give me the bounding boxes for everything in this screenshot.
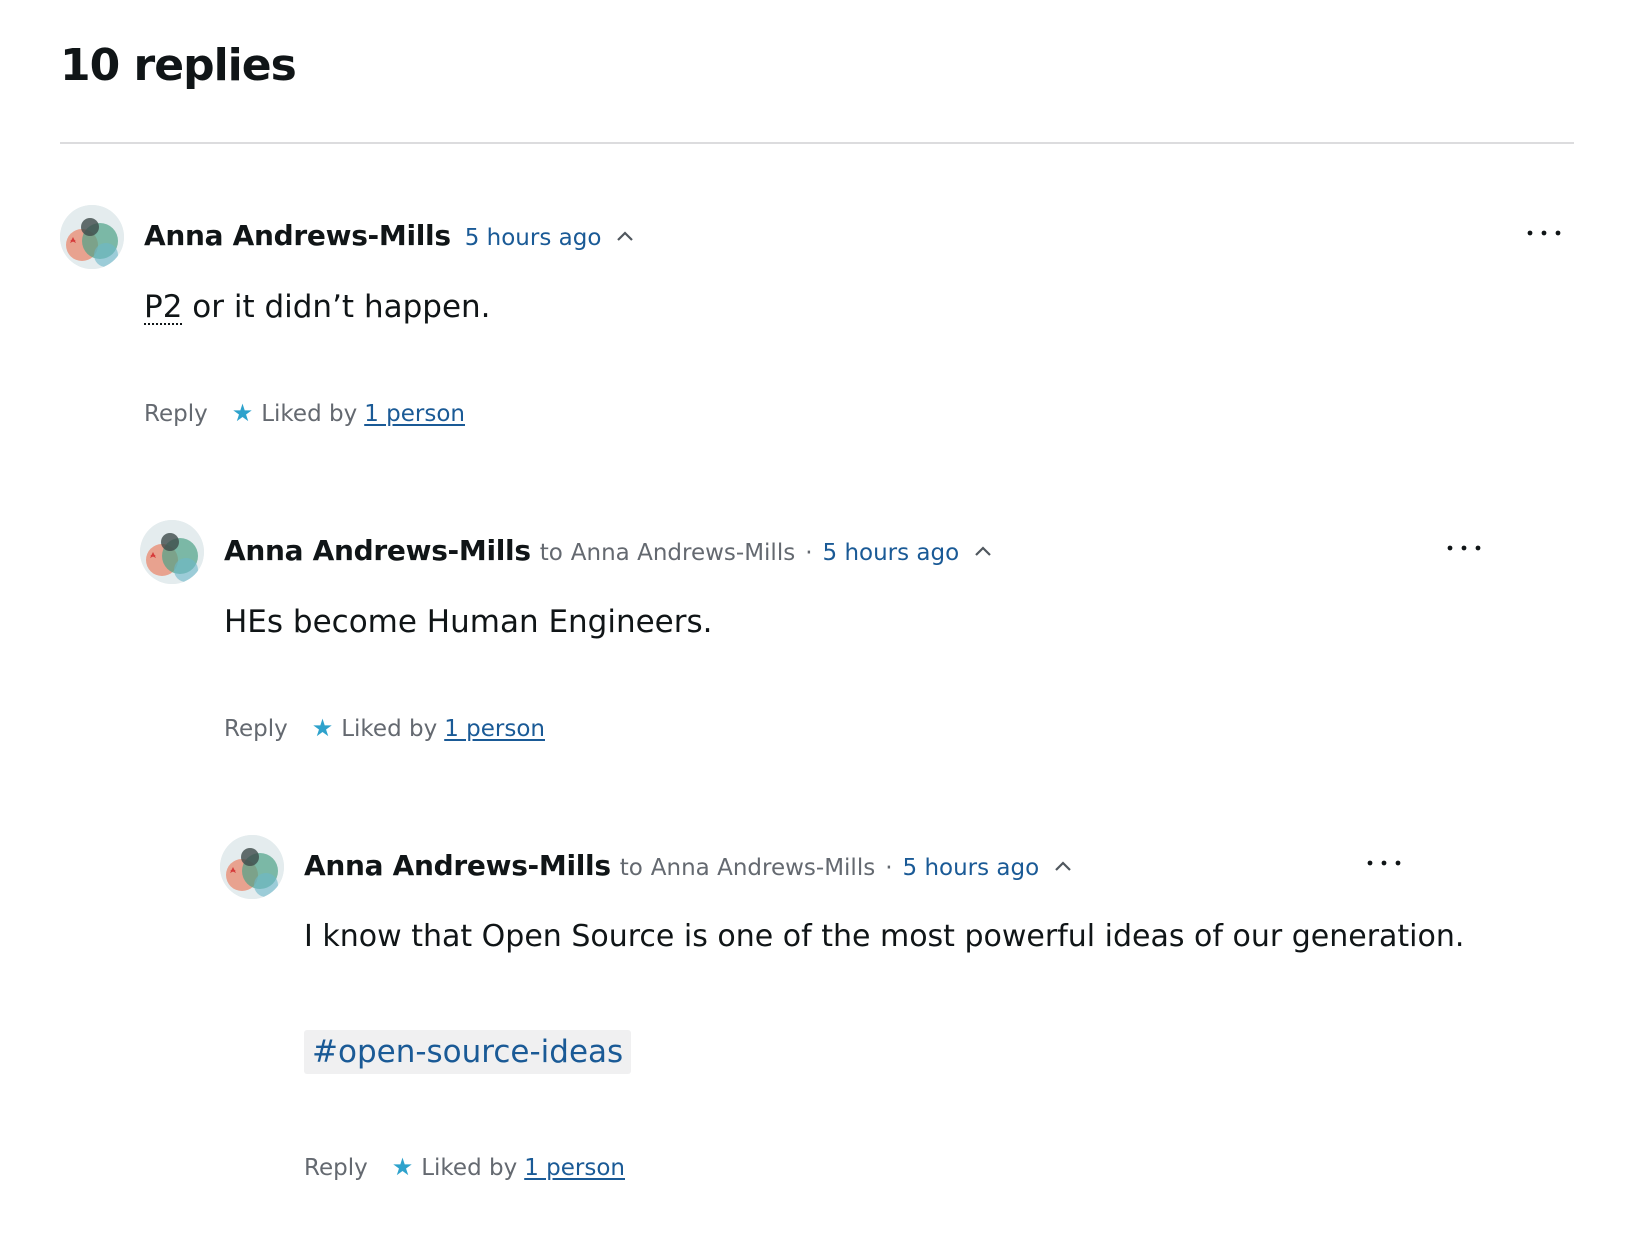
chevron-up-icon[interactable] xyxy=(1053,858,1073,872)
ellipsis-icon[interactable] xyxy=(1366,853,1402,873)
comment-time-link[interactable]: 5 hours ago xyxy=(903,855,1040,881)
reply-to-prefix: to xyxy=(619,855,643,881)
reply-to-name: Anna Andrews-Mills xyxy=(650,855,876,881)
hashtag-link[interactable]: #open-source-ideas xyxy=(304,1030,632,1074)
comment-meta: Anna Andrews-Mills to Anna Andrews-Mills… xyxy=(224,534,993,567)
reply-button[interactable]: Reply xyxy=(304,1155,368,1181)
comment-time-link[interactable]: 5 hours ago xyxy=(465,225,602,251)
comment-actions: Reply ★ Liked by 1 person xyxy=(224,714,545,742)
reply-button[interactable]: Reply xyxy=(224,716,288,742)
reply-to-name: Anna Andrews-Mills xyxy=(570,540,796,566)
star-icon: ★ xyxy=(311,714,334,742)
reply-button[interactable]: Reply xyxy=(144,401,208,427)
comment-body: P2 or it didn’t happen. xyxy=(144,289,491,325)
avatar[interactable] xyxy=(60,205,124,269)
reply-to-prefix: to xyxy=(539,540,563,566)
ellipsis-icon[interactable] xyxy=(1446,538,1482,558)
liked-by-label: Liked by xyxy=(261,401,358,427)
chevron-up-icon[interactable] xyxy=(973,543,993,557)
liked-by-label: Liked by xyxy=(341,716,438,742)
avatar[interactable] xyxy=(140,520,204,584)
comment: Anna Andrews-Mills to Anna Andrews-Mills… xyxy=(140,520,1574,780)
liked-by-link[interactable]: 1 person xyxy=(364,401,465,427)
avatar-image xyxy=(60,205,124,269)
comment-time-link[interactable]: 5 hours ago xyxy=(823,540,960,566)
separator-dot: · xyxy=(805,540,813,566)
liked-by-label: Liked by xyxy=(421,1155,518,1181)
liked-by-link[interactable]: 1 person xyxy=(524,1155,625,1181)
comment-body: HEs become Human Engineers. xyxy=(224,604,713,640)
abbreviation: P2 xyxy=(144,289,183,325)
separator-dot: · xyxy=(885,855,893,881)
comment: Anna Andrews-Mills to Anna Andrews-Mills… xyxy=(220,835,1574,1235)
comment-author[interactable]: Anna Andrews-Mills xyxy=(144,219,451,252)
comment: Anna Andrews-Mills 5 hours ago P2 or it … xyxy=(60,205,1574,465)
comment-actions: Reply ★ Liked by 1 person xyxy=(304,1153,625,1181)
avatar-image xyxy=(220,835,284,899)
avatar-image xyxy=(140,520,204,584)
replies-count-heading: 10 replies xyxy=(60,40,297,91)
comment-meta: Anna Andrews-Mills to Anna Andrews-Mills… xyxy=(304,849,1073,882)
comment-body-text: or it didn’t happen. xyxy=(182,289,491,325)
comment-actions: Reply ★ Liked by 1 person xyxy=(144,399,465,427)
comment-author[interactable]: Anna Andrews-Mills xyxy=(224,534,531,567)
comment-author[interactable]: Anna Andrews-Mills xyxy=(304,849,611,882)
chevron-up-icon[interactable] xyxy=(615,228,635,242)
comment-meta: Anna Andrews-Mills 5 hours ago xyxy=(144,219,635,252)
comment-body: I know that Open Source is one of the mo… xyxy=(304,919,1465,954)
star-icon: ★ xyxy=(231,399,254,427)
liked-by-link[interactable]: 1 person xyxy=(444,716,545,742)
divider xyxy=(60,142,1574,144)
star-icon: ★ xyxy=(391,1153,414,1181)
ellipsis-icon[interactable] xyxy=(1526,223,1562,243)
avatar[interactable] xyxy=(220,835,284,899)
